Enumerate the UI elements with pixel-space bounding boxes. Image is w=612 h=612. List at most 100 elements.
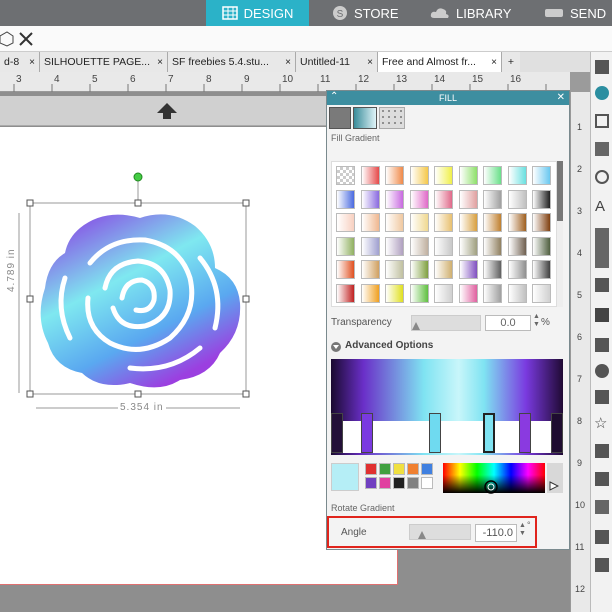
gradient-swatch[interactable] [483,213,502,232]
gradient-swatch[interactable] [507,283,527,303]
gradient-swatch[interactable] [532,236,551,256]
gradient-stop[interactable] [429,413,441,453]
stepper-icon[interactable]: ▲ ▼ [519,522,526,538]
color-swatch[interactable] [393,463,405,475]
brightness-slider[interactable] [547,463,563,493]
gradient-swatch[interactable] [434,166,453,185]
send-tab[interactable]: SEND [544,0,612,26]
resize-handle[interactable] [26,390,34,398]
angle-slider[interactable] [409,524,471,540]
gradient-swatch[interactable] [532,283,551,303]
gradient-swatch[interactable] [360,260,380,279]
gradient-stop[interactable] [361,413,373,453]
panel-icon[interactable] [595,228,609,268]
gradient-swatch[interactable] [336,189,355,209]
panel-icon[interactable] [595,86,609,100]
panel-icon[interactable] [595,390,609,404]
close-icon[interactable] [18,31,34,47]
resize-handle[interactable] [242,295,250,303]
gradient-swatch[interactable] [385,213,404,232]
store-tab[interactable]: S STORE [332,0,422,26]
transparency-slider[interactable] [411,315,481,331]
gradient-swatch[interactable] [434,213,453,232]
gradient-swatch[interactable] [409,236,429,256]
resize-handle[interactable] [242,390,250,398]
chevron-down-icon[interactable] [331,342,341,352]
gradient-swatch[interactable] [532,189,551,209]
close-icon[interactable]: ✕ [557,91,565,105]
color-swatch[interactable] [407,463,419,475]
gradient-stop[interactable] [519,413,531,453]
current-color-swatch[interactable] [331,463,359,491]
panel-icon[interactable] [595,558,609,572]
doc-tab[interactable]: SF freebies 5.4.stu... × [168,52,296,72]
panel-icon[interactable] [595,60,609,74]
color-swatch[interactable] [365,463,377,475]
gradient-swatch[interactable] [385,236,404,256]
design-tab[interactable]: DESIGN [206,0,309,26]
stepper-icon[interactable]: ▲ ▼ [533,313,540,329]
picker-cursor-icon[interactable] [483,479,499,495]
color-swatch[interactable] [407,477,419,489]
gradient-swatch[interactable] [434,236,453,256]
gradient-swatch[interactable] [409,189,429,209]
gradient-swatch[interactable] [360,236,380,256]
fill-gradient-tab[interactable] [353,107,377,129]
resize-handle[interactable] [134,199,142,207]
gradient-swatch[interactable] [458,283,478,303]
color-spectrum-picker[interactable] [443,463,545,495]
swatch-scrollbar[interactable] [557,161,563,307]
slider-thumb-icon[interactable] [412,322,420,330]
gradient-stop[interactable] [551,413,563,453]
collapse-icon[interactable]: ⌃ [330,90,338,104]
resize-handle[interactable] [26,199,34,207]
panel-icon[interactable] [595,364,609,378]
advanced-options-label[interactable]: Advanced Options [345,340,433,351]
gradient-swatch[interactable] [507,260,527,279]
rotate-handle[interactable] [133,172,143,182]
gradient-swatch[interactable] [409,260,429,279]
close-tab-icon[interactable]: × [488,57,497,68]
color-swatch[interactable] [365,477,377,489]
gradient-swatch[interactable] [434,283,453,303]
gradient-swatch[interactable] [532,260,551,279]
gradient-swatch[interactable] [483,189,502,209]
slider-arrow-icon[interactable] [549,481,559,491]
gradient-swatch[interactable] [385,283,404,303]
gradient-swatch[interactable] [409,166,429,185]
rose-shape[interactable] [40,214,241,388]
color-swatch[interactable] [421,477,433,489]
panel-icon[interactable] [595,444,609,458]
close-tab-icon[interactable]: × [26,57,35,68]
arrow-up-icon[interactable] [156,102,178,120]
gradient-swatch[interactable] [434,260,453,279]
gradient-swatch[interactable] [360,213,380,232]
panel-icon[interactable] [595,142,609,156]
gradient-swatch[interactable] [483,166,502,185]
gradient-swatch[interactable] [507,213,527,232]
gradient-swatch[interactable] [409,283,429,303]
library-tab[interactable]: LIBRARY [430,0,520,26]
resize-handle[interactable] [134,390,142,398]
doc-tab-active[interactable]: Free and Almost fr... × [378,52,502,72]
resize-handle[interactable] [26,295,34,303]
add-tab-button[interactable]: + [502,52,520,72]
gradient-swatch[interactable] [458,166,478,185]
gradient-swatch[interactable] [336,213,355,232]
gradient-swatch[interactable] [532,166,551,185]
panel-icon[interactable] [595,114,609,128]
cube-icon[interactable] [0,31,14,47]
slider-thumb-icon[interactable] [418,531,426,539]
panel-icon[interactable] [595,278,609,292]
panel-icon[interactable] [595,338,609,352]
gradient-swatch[interactable] [336,283,355,303]
doc-tab[interactable]: d-8 × [0,52,40,72]
text-icon[interactable]: A [595,198,605,215]
gradient-swatch[interactable] [458,260,478,279]
close-tab-icon[interactable]: × [364,57,373,68]
close-tab-icon[interactable]: × [282,57,291,68]
panel-icon[interactable] [595,170,609,184]
gradient-swatch[interactable] [385,166,404,185]
gradient-swatch[interactable] [409,213,429,232]
gradient-swatch[interactable] [483,283,502,303]
